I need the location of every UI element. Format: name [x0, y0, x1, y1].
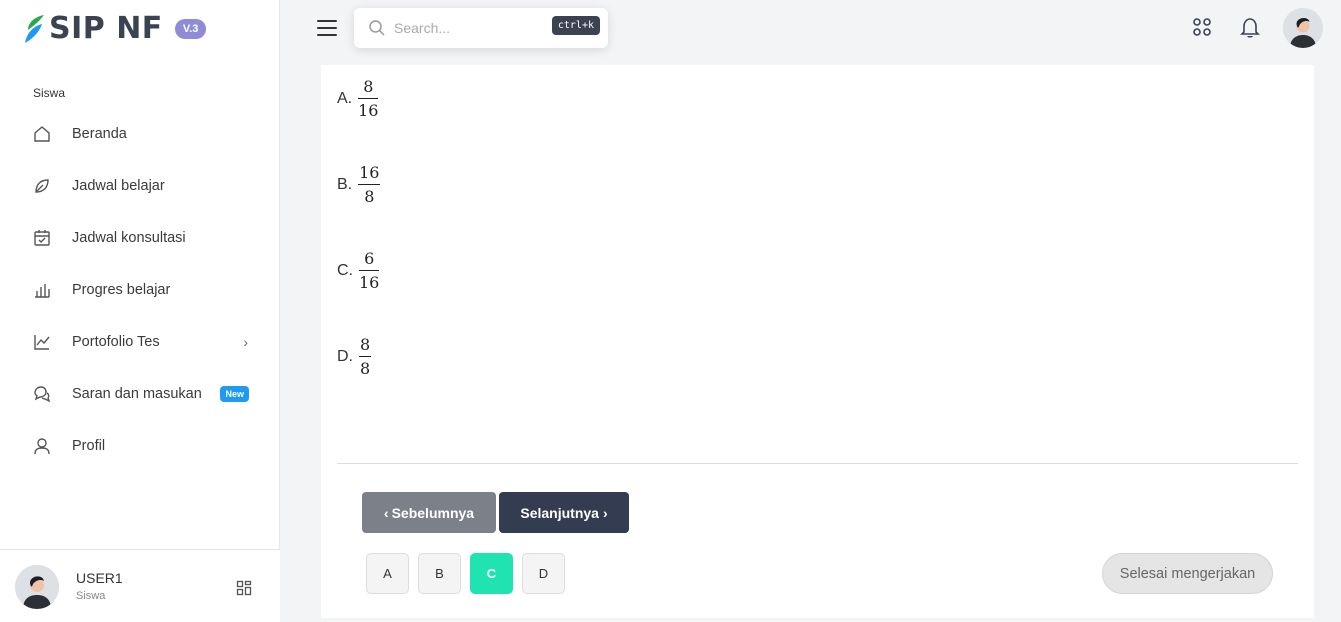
menu-toggle-icon[interactable]	[317, 20, 337, 38]
finish-button[interactable]: Selesai mengerjakan	[1102, 553, 1273, 594]
chevron-left-icon: ‹	[383, 504, 389, 521]
line-chart-icon	[32, 332, 52, 352]
sidebar-item-portofolio-tes[interactable]: Portofolio Tes ›	[0, 316, 280, 368]
fraction-numerator: 16	[359, 163, 380, 182]
version-badge: V.3	[174, 18, 207, 39]
answer-option-b[interactable]: B. 16 8	[337, 163, 381, 206]
fraction-numerator: 6	[364, 249, 375, 268]
answer-selector: A B C D	[366, 553, 574, 594]
fraction-denominator: 16	[359, 273, 380, 292]
sidebar-item-jadwal-belajar[interactable]: Jadwal belajar	[0, 160, 280, 212]
calendar-check-icon	[32, 228, 52, 248]
sidebar-item-label: Jadwal konsultasi	[72, 230, 186, 246]
answer-button-a[interactable]: A	[366, 553, 409, 594]
top-bar: ctrl+k	[280, 0, 1341, 65]
answer-option-a[interactable]: A. 8 16	[337, 77, 379, 120]
chevron-right-icon: ›	[243, 334, 248, 350]
sidebar-item-label: Profil	[72, 438, 106, 454]
brand[interactable]: SIP NF V.3	[24, 11, 207, 46]
sidebar-section-label: Siswa	[33, 86, 66, 100]
bar-chart-icon	[32, 280, 52, 300]
avatar-person-icon	[1283, 8, 1323, 48]
apps-grid-icon[interactable]	[1191, 16, 1213, 38]
fraction: 8 16	[358, 77, 379, 120]
question-card: A. 8 16 B. 16 8 C. 6 16 D. 8 8 ‹Sebelum	[321, 65, 1314, 618]
brand-name: SIP NF	[49, 11, 163, 46]
user-panel: USER1 Siswa	[0, 549, 280, 622]
user-name: USER1	[76, 570, 123, 586]
fraction-numerator: 8	[363, 77, 374, 96]
divider	[337, 463, 1298, 464]
answer-button-b[interactable]: B	[418, 553, 461, 594]
fraction-numerator: 8	[360, 335, 371, 354]
scrollbar[interactable]	[1330, 65, 1341, 622]
sidebar-item-saran-dan-masukan[interactable]: Saran dan masukan New	[0, 368, 280, 420]
answer-option-c[interactable]: C. 6 16	[337, 249, 380, 292]
fraction-denominator: 8	[360, 359, 371, 378]
option-letter: D.	[337, 347, 353, 365]
option-letter: A.	[337, 89, 353, 107]
sidebar-item-label: Portofolio Tes	[72, 334, 160, 350]
bell-icon[interactable]	[1239, 16, 1261, 38]
avatar-person-icon	[15, 565, 59, 609]
avatar[interactable]	[15, 565, 59, 609]
sidebar: SIP NF V.3 Siswa Beranda Jadwal belajar …	[0, 0, 280, 622]
home-icon	[32, 124, 52, 144]
search-box[interactable]: ctrl+k	[354, 8, 608, 48]
user-role: Siswa	[76, 590, 106, 602]
next-button-label: Selanjutnya	[520, 504, 599, 521]
answer-button-c[interactable]: C	[470, 553, 513, 594]
search-icon	[369, 20, 385, 36]
sidebar-item-jadwal-konsultasi[interactable]: Jadwal konsultasi	[0, 212, 280, 264]
previous-button-label: Sebelumnya	[391, 504, 475, 521]
answer-option-d[interactable]: D. 8 8	[337, 335, 372, 378]
sidebar-item-progres-belajar[interactable]: Progres belajar	[0, 264, 280, 316]
sidebar-item-label: Progres belajar	[72, 282, 171, 298]
chevron-right-icon: ›	[602, 504, 608, 521]
answer-button-d[interactable]: D	[522, 553, 565, 594]
sidebar-menu: Beranda Jadwal belajar Jadwal konsultasi…	[0, 108, 280, 472]
apps-switch-icon[interactable]	[236, 580, 252, 596]
chat-icon	[32, 384, 52, 404]
next-button[interactable]: Selanjutnya ›	[499, 492, 629, 533]
fraction: 6 16	[359, 249, 380, 292]
previous-button[interactable]: ‹ Sebelumnya	[362, 492, 496, 533]
new-badge: New	[220, 386, 249, 402]
top-avatar[interactable]	[1283, 8, 1323, 48]
search-input[interactable]	[394, 20, 534, 36]
search-shortcut-badge: ctrl+k	[551, 16, 600, 35]
sidebar-item-profil[interactable]: Profil	[0, 420, 280, 472]
leaf-logo-icon	[25, 14, 44, 43]
option-letter: B.	[337, 175, 353, 193]
leaf-icon	[32, 176, 52, 196]
option-letter: C.	[337, 261, 353, 279]
user-icon	[32, 436, 52, 456]
fraction-denominator: 16	[358, 101, 379, 120]
sidebar-item-beranda[interactable]: Beranda	[0, 108, 280, 160]
sidebar-item-label: Beranda	[72, 126, 127, 142]
fraction-denominator: 8	[364, 187, 375, 206]
fraction: 16 8	[358, 163, 381, 206]
sidebar-item-label: Jadwal belajar	[72, 178, 165, 194]
fraction: 8 8	[359, 335, 372, 378]
sidebar-item-label: Saran dan masukan	[72, 386, 202, 402]
